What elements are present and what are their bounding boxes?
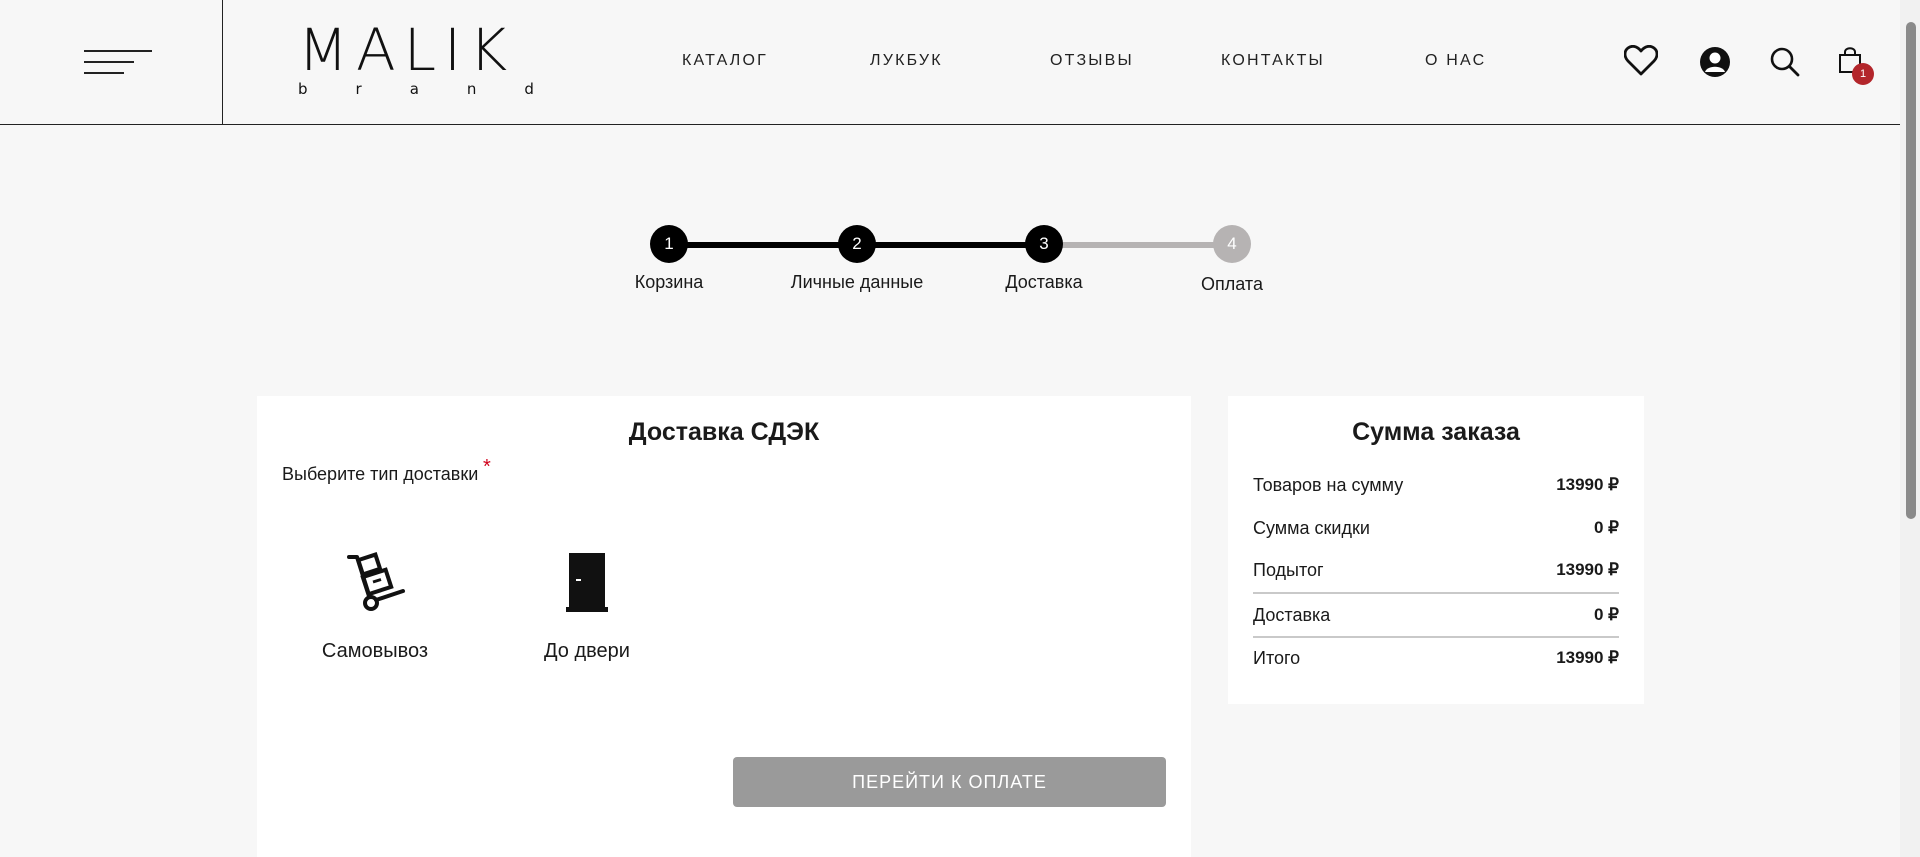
site-header: MALIK b r a n d КАТАЛОГ ЛУКБУК ОТЗЫВЫ КО… xyxy=(0,0,1900,125)
logo-letter: r xyxy=(355,80,362,98)
nav-about[interactable]: О НАС xyxy=(1425,52,1486,70)
brand-logo[interactable]: MALIK b r a n d xyxy=(298,16,536,104)
delivery-option-pickup[interactable]: Самовывоз xyxy=(295,551,455,676)
delivery-option-door[interactable]: До двери xyxy=(507,551,667,676)
pickup-label: Самовывоз xyxy=(321,640,429,662)
summary-row-value: 13990 ₽ xyxy=(1556,560,1619,579)
logo-main-text: MALIK xyxy=(298,16,516,84)
logo-letter: n xyxy=(466,80,477,98)
step-circle-4: 4 xyxy=(1213,225,1251,263)
search-icon[interactable] xyxy=(1770,47,1800,77)
delivery-title: Доставка СДЭК xyxy=(628,418,820,446)
step-label-cart: Корзина xyxy=(634,272,704,292)
user-icon[interactable] xyxy=(1699,46,1731,78)
scrollbar-thumb[interactable] xyxy=(1906,22,1916,519)
summary-row-label: Доставка xyxy=(1253,604,1331,625)
step-label-delivery: Доставка xyxy=(1005,272,1083,292)
summary-row-label: Товаров на сумму xyxy=(1253,474,1404,495)
logo-letter: a xyxy=(409,80,419,98)
summary-row-delivery: Доставка 0 ₽ xyxy=(1253,594,1619,636)
step-connector-pending xyxy=(1044,242,1232,248)
summary-row-discount: Сумма скидки 0 ₽ xyxy=(1253,507,1619,549)
logo-letter: b xyxy=(298,80,308,98)
nav-catalog[interactable]: КАТАЛОГ xyxy=(682,52,768,70)
summary-title: Сумма заказа xyxy=(1352,418,1520,446)
step-label-payment: Оплата xyxy=(1201,274,1263,294)
cart-count-badge: 1 xyxy=(1852,63,1874,85)
step-circle-3[interactable]: 3 xyxy=(1025,225,1063,263)
step-label-personal: Личные данные xyxy=(790,272,924,292)
header-divider xyxy=(222,0,223,125)
step-connector-done xyxy=(857,242,1044,248)
summary-row-value: 0 ₽ xyxy=(1594,518,1619,537)
nav-reviews[interactable]: ОТЗЫВЫ xyxy=(1050,52,1134,70)
summary-row-goods: Товаров на сумму 13990 ₽ xyxy=(1253,464,1619,506)
delivery-type-label: Выберите тип доставки xyxy=(282,464,479,484)
summary-row-total: Итого 13990 ₽ xyxy=(1253,637,1619,679)
summary-row-label: Сумма скидки xyxy=(1253,517,1370,538)
logo-letter: d xyxy=(524,80,534,98)
nav-contacts[interactable]: КОНТАКТЫ xyxy=(1221,52,1325,70)
summary-row-label: Подытог xyxy=(1253,559,1324,580)
step-circle-2[interactable]: 2 xyxy=(838,225,876,263)
heart-icon[interactable] xyxy=(1624,45,1658,77)
door-label: До двери xyxy=(544,640,630,662)
required-mark: * xyxy=(483,456,491,478)
door-icon xyxy=(566,553,608,612)
summary-row-subtotal: Подытог 13990 ₽ xyxy=(1253,549,1619,591)
summary-row-label: Итого xyxy=(1253,647,1301,668)
summary-row-value: 13990 ₽ xyxy=(1556,475,1619,494)
order-summary: Сумма заказа Товаров на сумму 13990 ₽ Су… xyxy=(1228,396,1644,704)
nav-lookbook[interactable]: ЛУКБУК xyxy=(870,52,943,70)
delivery-panel: Доставка СДЭК Выберите тип доставки * Са… xyxy=(257,396,1191,857)
go-to-payment-button[interactable]: ПЕРЕЙТИ К ОПЛАТЕ xyxy=(733,757,1166,807)
summary-row-value: 0 ₽ xyxy=(1594,605,1619,624)
menu-burger-icon[interactable] xyxy=(84,48,154,78)
step-connector-done xyxy=(669,242,857,248)
step-circle-1[interactable]: 1 xyxy=(650,225,688,263)
hand-truck-icon xyxy=(347,552,405,611)
summary-row-value: 13990 ₽ xyxy=(1556,648,1619,667)
